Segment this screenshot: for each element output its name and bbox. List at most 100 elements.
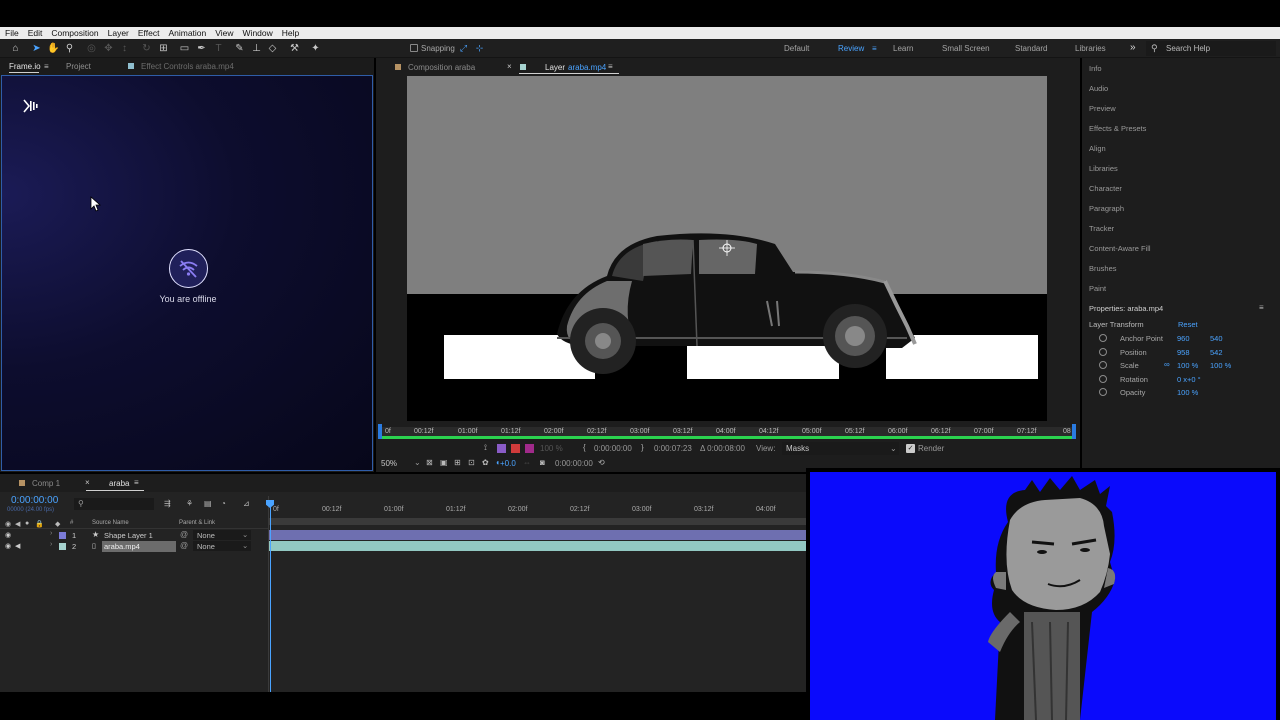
label-icon[interactable]: ◆ [55,520,60,528]
viewer-canvas[interactable] [407,76,1047,421]
workspace-small-screen[interactable]: Small Screen [942,44,990,53]
layer-label-color[interactable] [59,543,66,550]
snapping-checkbox[interactable] [410,44,418,52]
camera-icon[interactable]: ◙ [540,458,545,467]
menu-help[interactable]: Help [282,28,299,38]
prop-opacity-value[interactable]: 100 % [1177,388,1198,397]
panel-effects-presets[interactable]: Effects & Presets [1089,124,1146,133]
panel-align[interactable]: Align [1089,144,1106,153]
color-icon[interactable]: ✿ [482,458,489,467]
workspace-libraries[interactable]: Libraries [1075,44,1106,53]
in-point-marker[interactable] [378,424,382,439]
tab-araba[interactable]: araba [109,479,129,488]
panel-tracker[interactable]: Tracker [1089,224,1114,233]
prop-scale-x[interactable]: 100 % [1177,361,1198,370]
eye-icon[interactable]: ◉ [5,520,11,528]
lock-icon[interactable]: 🔒 [35,520,44,528]
out-time[interactable]: 0:00:07:23 [654,444,692,453]
menu-edit[interactable]: Edit [28,28,43,38]
layer-bar-araba[interactable] [269,541,807,551]
zoom-tool-icon[interactable]: ⚲ [63,42,76,55]
prop-anchor-point-y[interactable]: 540 [1210,334,1223,343]
menu-file[interactable]: File [5,28,19,38]
motion-blur-icon[interactable]: ◔ [221,499,226,508]
layer-label-color[interactable] [59,532,66,539]
pan-tool-icon[interactable]: ✥ [102,42,115,55]
home-icon[interactable]: ⌂ [9,42,22,55]
clone-stamp-tool-icon[interactable]: ⊥ [250,42,263,55]
workspace-default[interactable]: Default [784,44,809,53]
panel-content-aware-fill[interactable]: Content-Aware Fill [1089,244,1151,253]
menu-effect[interactable]: Effect [138,28,160,38]
playhead-line[interactable] [270,502,271,692]
view-dropdown[interactable]: Masks ⌄ [782,442,899,455]
channel-icon[interactable] [497,444,506,453]
more-workspaces-icon[interactable]: » [1130,42,1136,53]
stopwatch-icon[interactable] [1099,388,1107,396]
menu-view[interactable]: View [215,28,233,38]
close-tab-icon[interactable]: × [507,62,512,71]
panel-brushes[interactable]: Brushes [1089,264,1117,273]
timeline-graph[interactable]: 0f 00:12f 01:00f 01:12f 02:00f 02:12f 03… [266,496,807,692]
in-time[interactable]: 0:00:00:00 [594,444,632,453]
constrain-proportions-icon[interactable]: ∞ [1164,360,1170,369]
current-timecode[interactable]: 0:00:00:00 [11,495,58,506]
audio-icon[interactable]: ◀ [15,520,20,528]
channel-icon[interactable] [511,444,520,453]
workspace-review[interactable]: Review [838,44,864,53]
menu-composition[interactable]: Composition [51,28,98,38]
visibility-eye-icon[interactable]: ◉ [5,542,11,550]
pickwhip-icon[interactable]: @ [180,541,188,550]
playhead-icon[interactable]: ⟟ [484,443,487,453]
out-point-marker[interactable] [1072,424,1076,439]
orbit-tool-icon[interactable]: ◎ [85,42,98,55]
rectangle-tool-icon[interactable]: ▭ [178,42,191,55]
pen-tool-icon[interactable]: ✒ [195,42,208,55]
visibility-eye-icon[interactable]: ◉ [5,531,11,539]
stopwatch-icon[interactable] [1099,348,1107,356]
panel-preview[interactable]: Preview [1089,104,1116,113]
magnification-dropdown[interactable]: 50% [381,459,397,468]
layer-duration-bar[interactable] [380,436,1074,439]
set-in-icon[interactable]: { [583,443,586,452]
workspace-standard[interactable]: Standard [1015,44,1047,53]
panel-libraries[interactable]: Libraries [1089,164,1118,173]
set-out-icon[interactable]: } [641,443,644,452]
menu-layer[interactable]: Layer [108,28,129,38]
expand-arrow-icon[interactable]: › [50,541,52,548]
pan-behind-tool-icon[interactable]: ⊞ [157,42,170,55]
channel-icon[interactable] [525,444,534,453]
menu-window[interactable]: Window [243,28,273,38]
grid-icon[interactable]: ⊞ [454,458,461,467]
hand-tool-icon[interactable]: ✋ [47,42,60,55]
layer-bar-shape-layer-1[interactable] [269,530,807,540]
puppet-tool-icon[interactable]: ✦ [309,42,322,55]
tab-layer-name[interactable]: araba.mp4 [568,63,606,72]
workspace-menu-icon[interactable]: ≡ [872,44,877,53]
timeline-search-input[interactable]: ⚲ [74,498,154,510]
workspace-learn[interactable]: Learn [893,44,913,53]
prop-rotation-value[interactable]: 0 x+0 ° [1177,375,1201,384]
tab-menu-icon[interactable]: ≡ [608,62,613,71]
graph-editor-icon[interactable]: ⊿ [243,499,250,508]
brush-tool-icon[interactable]: ✎ [233,42,246,55]
tab-frameio[interactable]: Frame.io [9,62,41,71]
shy-layers-icon[interactable]: ⚘ [186,499,193,508]
expand-arrow-icon[interactable]: › [50,530,52,537]
timeline-ruler[interactable]: 0f 00:12f 01:00f 01:12f 02:00f 02:12f 03… [269,500,807,516]
type-tool-icon[interactable]: T [212,42,225,55]
stopwatch-icon[interactable] [1099,375,1107,383]
work-area-bar[interactable] [269,518,807,525]
rotation-tool-icon[interactable]: ↻ [140,42,153,55]
layer-time-ruler[interactable]: 0f 00:12f 01:00f 01:12f 02:00f 02:12f 03… [378,424,1076,439]
panel-paint[interactable]: Paint [1089,284,1106,293]
render-checkbox[interactable]: ✓ [906,444,915,453]
tab-project[interactable]: Project [66,62,91,71]
solo-icon[interactable]: ● [25,520,29,527]
properties-menu-icon[interactable]: ≡ [1259,303,1264,312]
panel-character[interactable]: Character [1089,184,1122,193]
snap-features-icon[interactable]: ⊹ [473,42,486,55]
search-help-box[interactable]: ⚲ Search Help [1146,41,1276,56]
stopwatch-icon[interactable] [1099,361,1107,369]
prop-position-y[interactable]: 542 [1210,348,1223,357]
